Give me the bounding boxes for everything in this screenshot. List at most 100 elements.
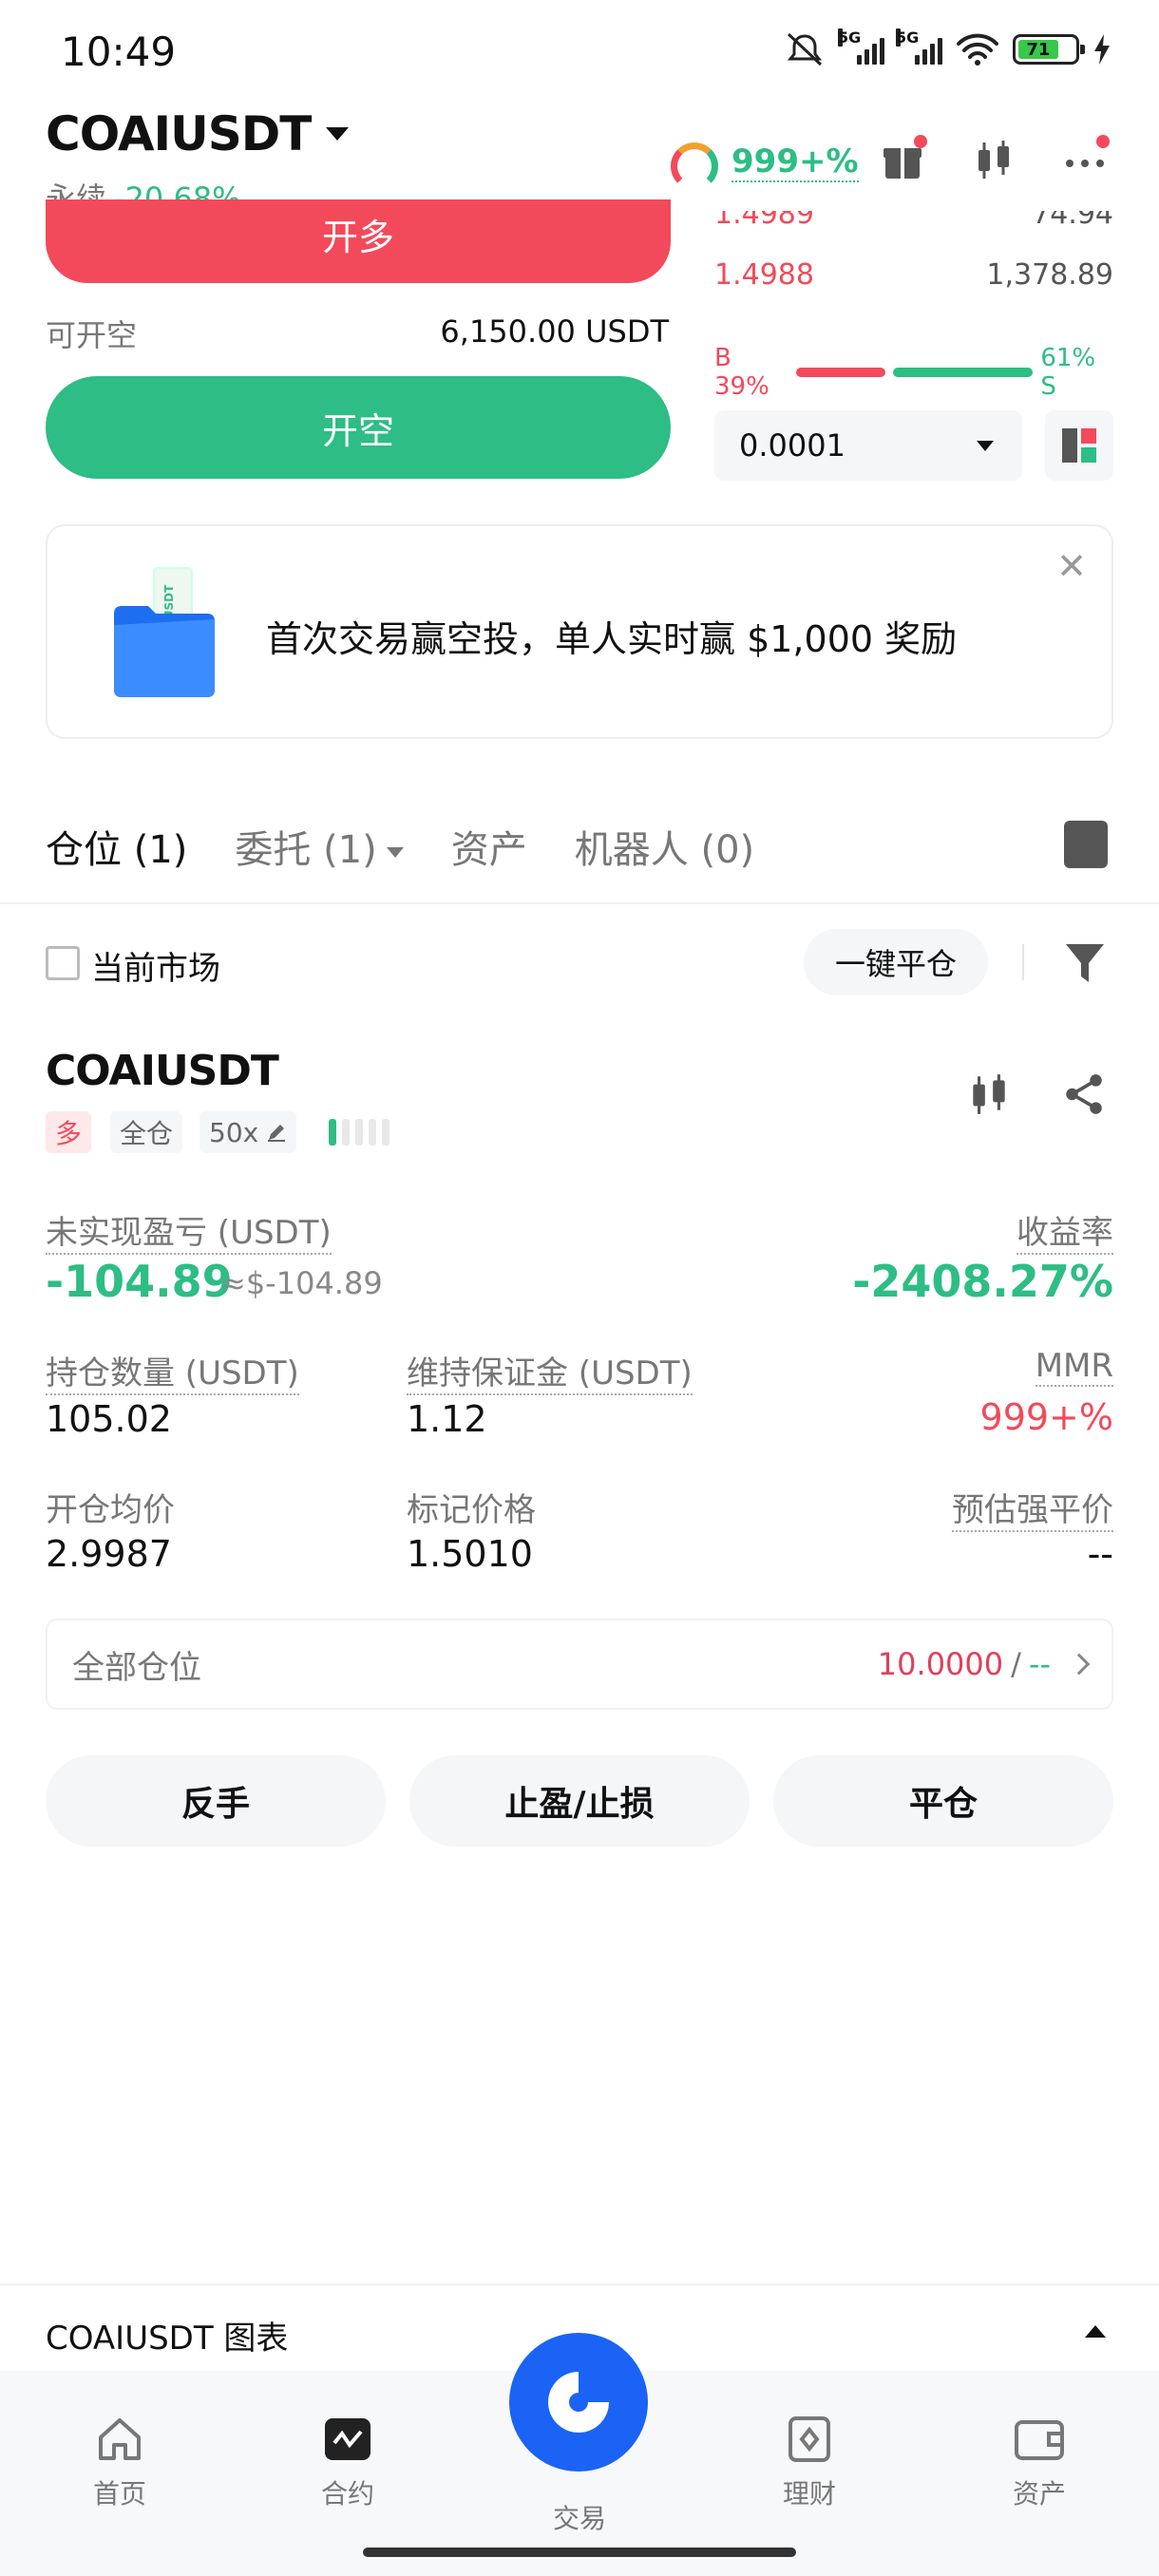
trade-logo-icon xyxy=(548,2372,609,2433)
sell-ratio-bar xyxy=(892,368,1034,377)
precision-value: 0.0001 xyxy=(739,427,846,464)
gift-button[interactable] xyxy=(876,133,929,186)
close-position-button[interactable]: 平仓 xyxy=(773,1755,1113,1847)
nav-futures-label: 合约 xyxy=(320,2478,374,2510)
chart-label: COAIUSDT 图表 xyxy=(46,2320,289,2358)
notification-dot xyxy=(914,135,927,148)
divider xyxy=(1022,944,1024,980)
entry-price-value: 2.9987 xyxy=(46,1533,172,1575)
orderbook-qty: 1,378.89 xyxy=(986,258,1113,292)
tab-assets[interactable]: 资产 xyxy=(451,819,527,874)
roi-value: -2408.27% xyxy=(852,1256,1113,1307)
close-all-button[interactable]: 一键平仓 xyxy=(804,929,988,995)
unrealized-pnl-label[interactable]: 未实现盈亏 (USDT) xyxy=(46,1206,332,1255)
network-type-2: 5G xyxy=(896,28,920,47)
bottom-nav: 首页 合约 交易 理财 资产 xyxy=(0,2333,1159,2576)
orderbook-layout-button[interactable] xyxy=(1045,410,1113,481)
liq-price-value: -- xyxy=(1087,1533,1113,1575)
risk-gauge-icon[interactable] xyxy=(671,142,718,190)
unrealized-pnl-usd: ≈$-104.89 xyxy=(220,1265,383,1301)
notification-dot xyxy=(1096,135,1110,148)
mark-price-value: 1.5010 xyxy=(407,1533,533,1575)
leverage-badge[interactable]: 50x xyxy=(200,1111,297,1153)
home-icon xyxy=(99,2418,141,2460)
nav-assets-label: 资产 xyxy=(1012,2478,1066,2510)
wallet-icon xyxy=(1015,2420,1064,2460)
nav-assets[interactable]: 资产 xyxy=(982,2416,1096,2511)
chevron-down-icon xyxy=(386,846,404,858)
mute-icon xyxy=(787,32,823,66)
all-positions-sep: / xyxy=(1011,1646,1021,1682)
all-positions-label: 全部仓位 xyxy=(72,1648,201,1687)
mmr-indicator[interactable]: 999+% xyxy=(732,142,859,182)
open-short-button[interactable]: 开空 xyxy=(46,376,671,479)
available-short-value: 6,150.00 USDT xyxy=(440,313,669,350)
reverse-button[interactable]: 反手 xyxy=(46,1755,386,1847)
orderbook-row[interactable]: 1.4989 74.94 xyxy=(714,211,1113,237)
all-positions-row[interactable]: 全部仓位 10.0000 / -- xyxy=(46,1619,1113,1710)
tab-orders-label: 委托 (1) xyxy=(235,828,377,872)
status-icons: 5G 5G 71 xyxy=(783,28,1112,68)
filter-icon[interactable] xyxy=(1064,940,1106,986)
roi-label[interactable]: 收益率 xyxy=(1016,1206,1113,1255)
wifi-icon xyxy=(957,33,998,66)
maint-margin-label[interactable]: 维持保证金 (USDT) xyxy=(407,1347,693,1395)
pair-title: COAIUSDT xyxy=(46,106,312,161)
nav-earn-label: 理财 xyxy=(782,2478,836,2510)
edit-icon xyxy=(268,1125,286,1142)
chevron-down-icon xyxy=(977,440,994,451)
network-type-1: 5G xyxy=(838,28,862,47)
buy-ratio-bar xyxy=(795,368,885,377)
tab-orders[interactable]: 委托 (1) xyxy=(235,819,404,874)
unrealized-pnl: -104.89 xyxy=(46,1256,233,1307)
close-icon[interactable]: ✕ xyxy=(1056,545,1087,587)
all-positions-value2: -- xyxy=(1028,1646,1051,1682)
chevron-right-icon xyxy=(1068,1653,1091,1676)
status-time: 10:49 xyxy=(61,28,177,75)
battery-level: 71 xyxy=(1018,40,1058,60)
chart-button[interactable] xyxy=(967,133,1020,186)
size-label[interactable]: 持仓数量 (USDT) xyxy=(46,1347,299,1395)
sell-ratio: 61% S xyxy=(1040,344,1096,401)
current-market-checkbox[interactable] xyxy=(46,946,80,980)
current-market-label: 当前市场 xyxy=(91,950,220,988)
share-icon[interactable] xyxy=(1060,1070,1108,1119)
home-indicator xyxy=(363,2548,796,2557)
signal-icon: 5G xyxy=(838,28,884,65)
available-short-label: 可开空 xyxy=(46,317,138,353)
tab-bots[interactable]: 机器人 (0) xyxy=(575,819,754,874)
precision-select[interactable]: 0.0001 xyxy=(714,410,1022,481)
more-button[interactable] xyxy=(1058,133,1112,186)
position-symbol: COAIUSDT xyxy=(46,1047,279,1095)
adl-indicator xyxy=(329,1119,390,1146)
buy-sell-ratio: B 39% 61% S xyxy=(714,344,1113,401)
margin-mode-badge: 全仓 xyxy=(110,1111,183,1153)
buy-ratio: B 39% xyxy=(714,344,770,401)
candlestick-icon[interactable] xyxy=(965,1070,1013,1119)
liq-price-label[interactable]: 预估强平价 xyxy=(952,1484,1113,1532)
nav-home[interactable]: 首页 xyxy=(63,2416,177,2511)
tab-positions[interactable]: 仓位 (1) xyxy=(46,819,187,874)
position-tabs: 仓位 (1) 委托 (1) 资产 机器人 (0) xyxy=(46,819,754,874)
promo-banner[interactable]: USDT 首次交易赢空投，单人实时赢 $1,000 奖励 ✕ xyxy=(46,524,1113,739)
leverage-value: 50x xyxy=(209,1116,259,1148)
tpsl-button[interactable]: 止盈/止损 xyxy=(409,1755,750,1847)
mmr-label[interactable]: MMR xyxy=(1035,1347,1113,1387)
orderbook-row[interactable]: 1.4988 1,378.89 xyxy=(714,258,1113,292)
nav-earn[interactable]: 理财 xyxy=(752,2416,866,2511)
futures-icon xyxy=(325,2418,370,2460)
earn-icon xyxy=(788,2416,830,2462)
open-long-button[interactable]: 开多 xyxy=(46,199,671,283)
candlestick-icon xyxy=(978,141,1009,179)
folder-icon: USDT xyxy=(114,567,215,697)
pair-selector[interactable]: COAIUSDT xyxy=(46,106,350,161)
history-document-icon[interactable] xyxy=(1064,821,1108,868)
nav-trade-button[interactable] xyxy=(509,2333,648,2472)
nav-futures[interactable]: 合约 xyxy=(291,2416,405,2511)
promo-text: 首次交易赢空投，单人实时赢 $1,000 奖励 xyxy=(266,618,958,660)
maint-margin-value: 1.12 xyxy=(407,1398,487,1440)
mmr-value: 999+% xyxy=(979,1396,1113,1438)
chevron-down-icon xyxy=(326,127,350,141)
orderbook-qty: 74.94 xyxy=(1032,211,1113,231)
signal-icon-2: 5G xyxy=(896,28,942,65)
